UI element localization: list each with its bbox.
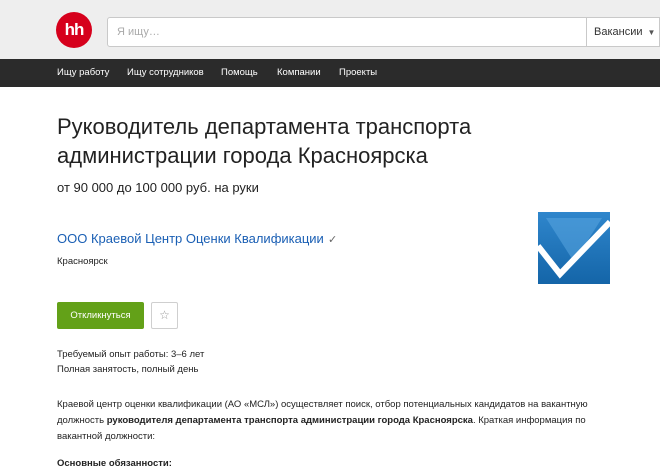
- company-link[interactable]: ООО Краевой Центр Оценки Квалификации: [57, 231, 324, 246]
- nav-item-projects[interactable]: Проекты: [339, 59, 377, 87]
- vacancy-title: Руководитель департамента транспорта адм…: [57, 114, 472, 168]
- company-logo[interactable]: [538, 212, 610, 284]
- nav-item-employee-search[interactable]: Ищу сотрудников: [127, 59, 204, 87]
- search-scope-label: Вакансии: [594, 26, 643, 38]
- star-icon: ☆: [159, 308, 170, 322]
- chevron-down-icon: ▼: [647, 28, 656, 37]
- main-nav: Ищу работу Ищу сотрудников Помощь Компан…: [0, 59, 660, 87]
- nav-item-help[interactable]: Помощь: [221, 59, 258, 87]
- vacancy-description: Краевой центр оценки квалификации (АО «М…: [57, 397, 597, 445]
- apply-button[interactable]: Откликнуться: [57, 302, 144, 329]
- company-logo-icon: [538, 212, 610, 284]
- vacancy-salary: от 90 000 до 100 000 руб. на руки: [57, 180, 259, 195]
- search-input[interactable]: [108, 18, 586, 46]
- vacancy-city: Красноярск: [57, 256, 108, 267]
- favorite-button[interactable]: ☆: [151, 302, 178, 329]
- search-scope-select[interactable]: Вакансии ▼: [586, 18, 660, 46]
- search-box: Вакансии ▼: [107, 17, 660, 47]
- nav-item-job-search[interactable]: Ищу работу: [57, 59, 109, 87]
- description-highlight: руководителя департамента транспорта адм…: [106, 415, 473, 426]
- nav-item-companies[interactable]: Компании: [277, 59, 321, 87]
- hh-logo[interactable]: hh: [56, 12, 92, 48]
- duties-heading: Основные обязанности:: [57, 458, 172, 469]
- employment-text: Полная занятость, полный день: [57, 364, 199, 375]
- experience-text: Требуемый опыт работы: 3–6 лет: [57, 349, 205, 360]
- verified-check-icon: ✓: [328, 234, 338, 246]
- top-bar: hh Вакансии ▼: [0, 0, 660, 59]
